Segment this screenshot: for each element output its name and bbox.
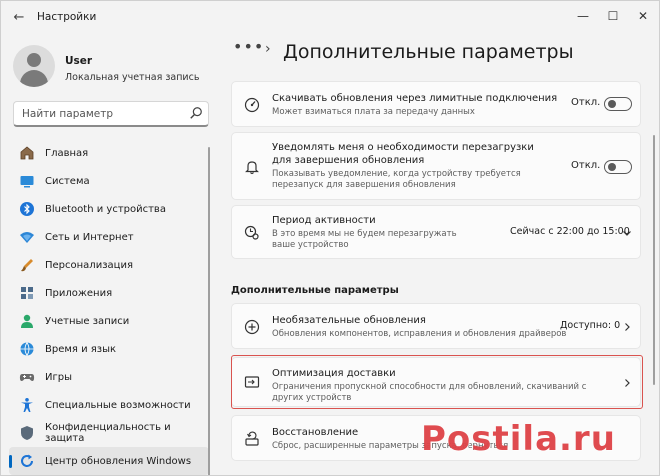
page-title: Дополнительные параметры bbox=[283, 41, 574, 63]
optional-updates-link[interactable]: Необязательные обновления Обновления ком… bbox=[231, 303, 641, 349]
accessibility-icon bbox=[21, 398, 33, 412]
toggle-knob bbox=[608, 163, 616, 171]
minimize-button[interactable]: — bbox=[568, 5, 598, 27]
sidebar-item-label: Время и язык bbox=[45, 343, 117, 355]
restart-notification-setting: Уведомлять меня о необходимости перезагр… bbox=[231, 132, 641, 200]
sidebar-item-accessibility[interactable]: Специальные возможности bbox=[9, 391, 209, 419]
globe-icon bbox=[20, 342, 34, 356]
shield-icon bbox=[21, 426, 33, 440]
sidebar-item-system[interactable]: Система bbox=[9, 167, 209, 195]
sidebar-item-label: Специальные возможности bbox=[45, 399, 191, 411]
bluetooth-icon bbox=[20, 202, 34, 216]
sidebar-item-label: Приложения bbox=[45, 287, 113, 299]
maximize-button[interactable]: ☐ bbox=[598, 5, 628, 27]
link-title: Восстановление bbox=[272, 427, 359, 438]
gamepad-icon bbox=[19, 374, 35, 381]
toggle-state-label: Откл. bbox=[571, 97, 601, 108]
sidebar-item-bluetooth[interactable]: Bluetooth и устройства bbox=[9, 195, 209, 223]
speedometer-icon bbox=[244, 97, 260, 113]
clock-gear-icon bbox=[244, 225, 259, 240]
metered-download-setting: Скачивать обновления через лимитные подк… bbox=[231, 81, 641, 127]
close-button[interactable]: ✕ bbox=[628, 5, 658, 27]
avatar bbox=[13, 45, 55, 87]
sidebar-item-time-language[interactable]: Время и язык bbox=[9, 335, 209, 363]
avatar-body bbox=[20, 70, 48, 87]
watermark-logo: Postila.ru bbox=[421, 419, 616, 459]
sidebar-nav: Главная Система Bluetooth и устройства С… bbox=[9, 139, 209, 475]
setting-description: Показывать уведомление, когда устройству… bbox=[272, 169, 521, 190]
link-description: Обновления компонентов, исправления и об… bbox=[272, 329, 567, 339]
active-hours-value: Сейчас с 22:00 до 15:00 bbox=[510, 226, 630, 237]
sidebar: User Локальная учетная запись Главная Си… bbox=[1, 35, 215, 475]
sidebar-item-accounts[interactable]: Учетные записи bbox=[9, 307, 209, 335]
avatar-head bbox=[27, 53, 41, 67]
bell-icon bbox=[245, 161, 259, 175]
accounts-icon bbox=[21, 314, 33, 328]
sidebar-item-label: Конфиденциальность и защита bbox=[45, 422, 171, 444]
setting-title: Скачивать обновления через лимитные подк… bbox=[272, 93, 558, 104]
sidebar-item-personalization[interactable]: Персонализация bbox=[9, 251, 209, 279]
sidebar-scrollbar[interactable] bbox=[208, 147, 210, 475]
apps-icon bbox=[21, 287, 33, 299]
sidebar-item-label: Сеть и Интернет bbox=[45, 231, 134, 243]
highlight-frame bbox=[231, 355, 643, 409]
main-content: ••• › Дополнительные параметры Скачивать… bbox=[215, 35, 659, 475]
search-input[interactable] bbox=[13, 101, 209, 127]
sidebar-item-windows-update[interactable]: Центр обновления Windows bbox=[9, 447, 209, 475]
plus-circle-icon bbox=[244, 319, 260, 335]
setting-description: Может взиматься плата за передачу данных bbox=[272, 107, 475, 117]
user-account-type: Локальная учетная запись bbox=[65, 72, 200, 83]
sidebar-item-label: Учетные записи bbox=[45, 315, 130, 327]
sidebar-item-label: Главная bbox=[45, 147, 89, 159]
sidebar-item-label: Система bbox=[45, 175, 90, 187]
main-scrollbar[interactable] bbox=[653, 135, 655, 385]
search-icon[interactable] bbox=[189, 106, 203, 120]
toggle-knob bbox=[608, 100, 616, 108]
brush-icon bbox=[21, 259, 33, 272]
chevron-down-icon[interactable] bbox=[622, 228, 632, 238]
section-heading: Дополнительные параметры bbox=[231, 285, 399, 296]
back-arrow-icon[interactable]: ← bbox=[11, 10, 27, 26]
sidebar-item-gaming[interactable]: Игры bbox=[9, 363, 209, 391]
chevron-right-icon bbox=[625, 323, 630, 331]
user-name: User bbox=[65, 55, 93, 67]
network-icon bbox=[20, 232, 34, 243]
update-icon bbox=[21, 454, 33, 467]
sidebar-item-home[interactable]: Главная bbox=[9, 139, 209, 167]
available-count: Доступно: 0 bbox=[560, 320, 621, 331]
sidebar-item-apps[interactable]: Приложения bbox=[9, 279, 209, 307]
link-title: Необязательные обновления bbox=[272, 315, 426, 326]
metered-toggle[interactable] bbox=[604, 97, 632, 111]
recovery-icon bbox=[245, 431, 259, 446]
window-title: Настройки bbox=[37, 11, 97, 23]
sidebar-item-label: Bluetooth и устройства bbox=[45, 203, 166, 215]
sidebar-item-label: Центр обновления Windows bbox=[45, 455, 192, 467]
title-bar: ← Настройки — ☐ ✕ bbox=[1, 1, 659, 35]
sidebar-item-privacy[interactable]: Конфиденциальность и защита bbox=[9, 419, 209, 447]
home-icon bbox=[20, 146, 34, 160]
settings-window: ← Настройки — ☐ ✕ User Локальная учетная… bbox=[0, 0, 660, 476]
setting-title: Период активности bbox=[272, 215, 376, 226]
active-hours-setting[interactable]: Период активности В это время мы не буде… bbox=[231, 205, 641, 259]
sidebar-item-label: Игры bbox=[45, 371, 72, 383]
sidebar-item-label: Персонализация bbox=[45, 259, 133, 271]
toggle-state-label: Откл. bbox=[571, 160, 601, 171]
setting-title: Уведомлять меня о необходимости перезагр… bbox=[272, 142, 534, 166]
breadcrumb-more[interactable]: ••• bbox=[233, 37, 264, 56]
restart-notify-toggle[interactable] bbox=[604, 160, 632, 174]
breadcrumb-separator: › bbox=[265, 41, 271, 57]
user-profile[interactable]: User Локальная учетная запись bbox=[13, 45, 213, 95]
sidebar-item-network[interactable]: Сеть и Интернет bbox=[9, 223, 209, 251]
setting-description: В это время мы не будем перезагружать ва… bbox=[272, 229, 457, 250]
system-icon bbox=[20, 176, 34, 188]
